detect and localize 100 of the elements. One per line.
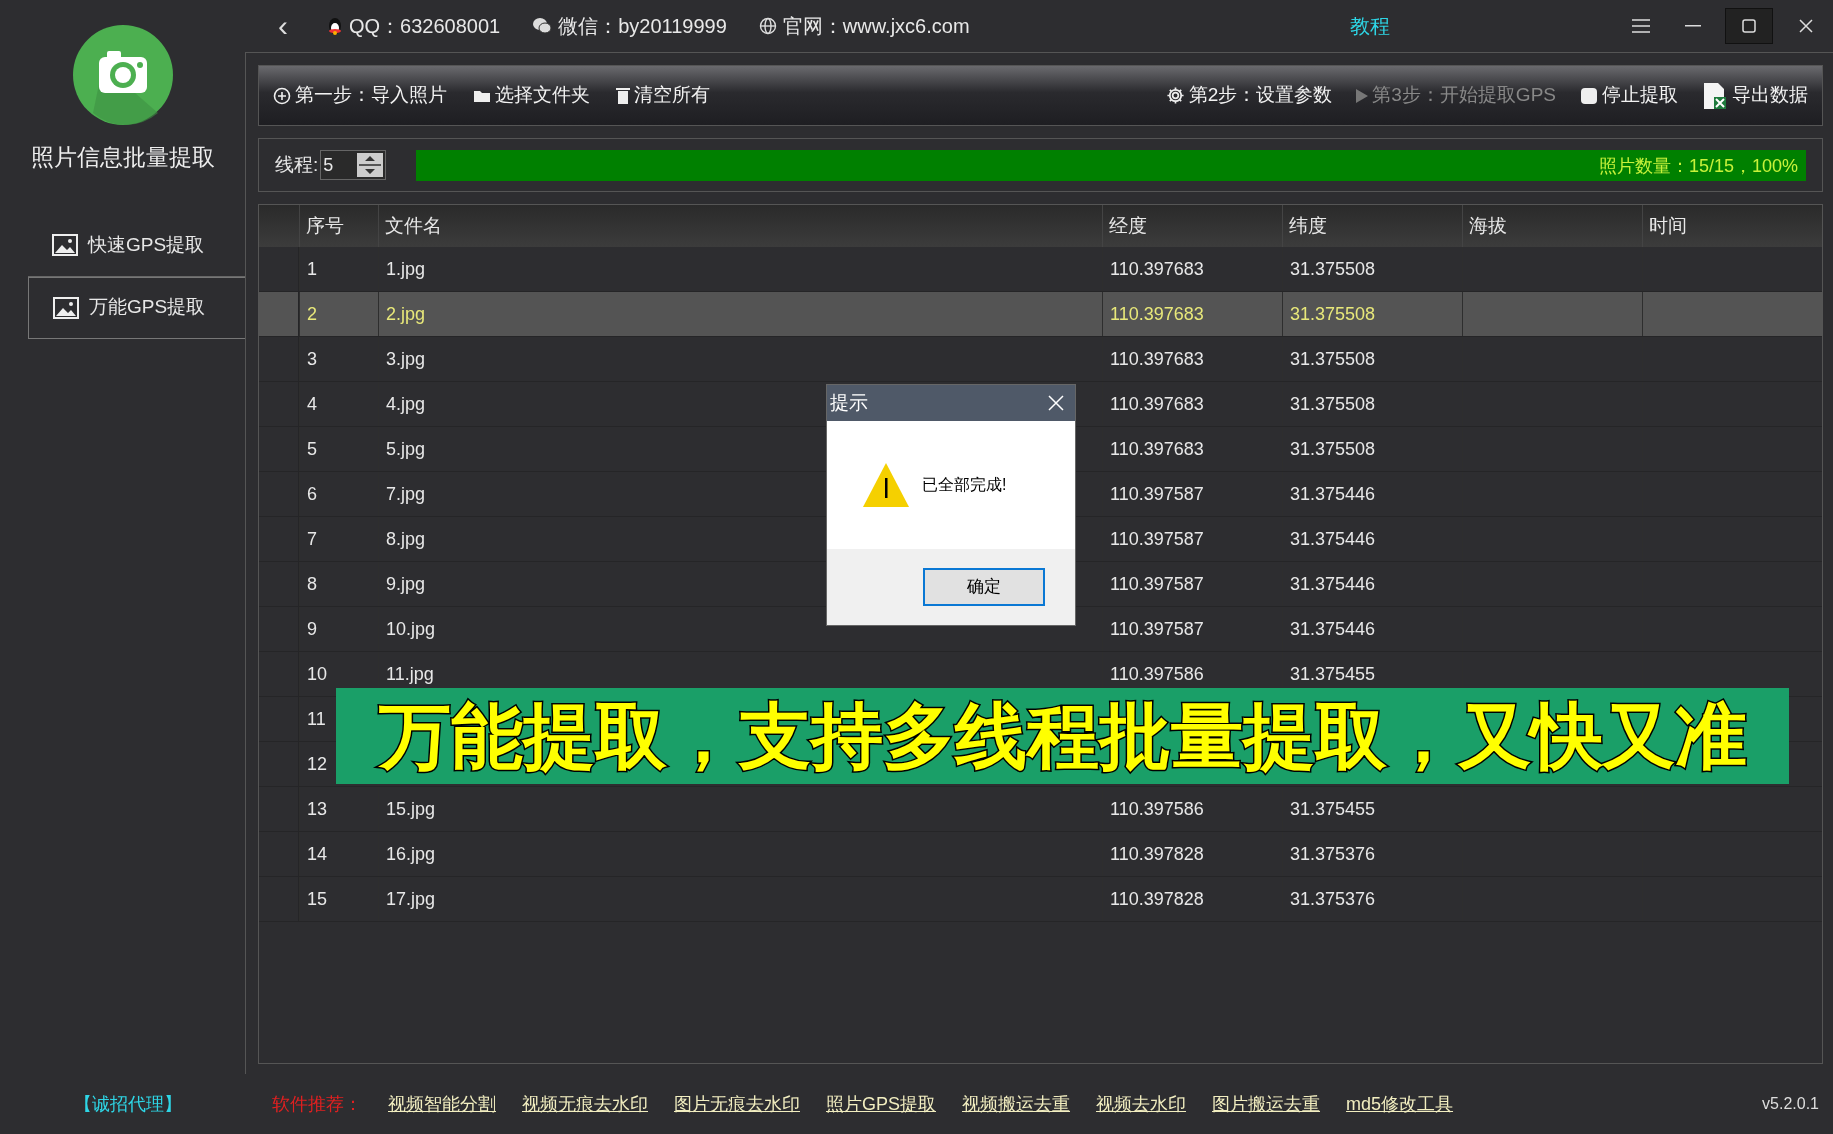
table-cell-text: 16.jpg — [386, 842, 436, 866]
table-cell-text: 11 — [307, 707, 326, 731]
table-cell-text: 14 — [307, 842, 328, 866]
software-link[interactable]: 照片GPS提取 — [826, 1090, 936, 1118]
contact-text: 微信：by20119999 — [558, 14, 727, 39]
table-cell-text: 31.375455 — [1290, 662, 1376, 686]
spinner-arrows-icon — [357, 153, 384, 177]
table-cell-text: 15.jpg — [386, 797, 436, 821]
table-cell-text: 31.375446 — [1290, 617, 1376, 641]
table-cell-text: 12 — [307, 752, 328, 776]
trash-icon — [616, 87, 630, 104]
table-cell-text: 110.397828 — [1110, 887, 1204, 911]
selected-row[interactable]: 2 2.jpg 110.397683 31.375508 — [259, 292, 1822, 337]
table-cell-text: 31.375446 — [1290, 482, 1376, 506]
toolbar-button[interactable]: 导出数据 — [1702, 81, 1808, 110]
caption-banner: 万能提取，支持多线程批量提取，又快又准 — [336, 688, 1789, 784]
table-cell-text: 110.397587 — [1110, 482, 1204, 506]
column-header: 时间 — [1642, 205, 1822, 247]
table-cell-text: 31.375446 — [1290, 572, 1376, 596]
table-cell-text: 17.jpg — [386, 887, 436, 911]
table-cell-text: 1.jpg — [386, 257, 426, 281]
tutorial-link[interactable]: 教程 — [1349, 11, 1390, 41]
table-cell-text: 110.397683 — [1110, 347, 1204, 371]
maximize-button[interactable] — [1725, 8, 1773, 44]
agent-text: 【诚招代理】 — [74, 1092, 182, 1116]
table-cell-text: 4 — [307, 392, 317, 416]
toolbar-button[interactable]: 第2步：设置参数 — [1165, 81, 1333, 110]
thread-label: 线程: — [275, 152, 319, 177]
software-link[interactable]: md5修改工具 — [1346, 1090, 1454, 1118]
table-cell-text: 9 — [307, 617, 317, 641]
column-header: 经度 — [1102, 205, 1282, 247]
software-link[interactable]: 视频搬运去重 — [962, 1090, 1070, 1118]
table-cell-text: 3.jpg — [386, 347, 426, 371]
version-text: v5.2.0.1 — [1762, 1094, 1819, 1114]
toolbar-button[interactable]: 第一步：导入照片 — [273, 81, 447, 110]
toolbar-button[interactable]: 清空所有 — [616, 81, 710, 110]
toolbar-button[interactable]: 停止提取 — [1580, 81, 1678, 110]
play-icon — [1356, 88, 1369, 103]
software-link[interactable]: 图片搬运去重 — [1212, 1090, 1320, 1118]
table-cell-text: 110.397587 — [1110, 572, 1204, 596]
ok-button[interactable]: 确定 — [923, 568, 1045, 606]
table-cell-text: 1 — [307, 257, 317, 281]
table-cell-text: 15 — [307, 887, 328, 911]
table-cell-text: 31.375508 — [1290, 392, 1376, 416]
maximize-icon — [1742, 19, 1756, 33]
chat-bubbles-icon — [532, 17, 553, 35]
sidebar-item[interactable]: 快速GPS提取 — [28, 214, 245, 277]
dialog-message: 已全部完成! — [922, 475, 1007, 495]
table-cell-text: 7 — [307, 527, 317, 551]
close-icon[interactable] — [1799, 19, 1813, 33]
gear-icon — [1165, 86, 1185, 105]
table-cell-text: 31.375446 — [1290, 527, 1376, 551]
table-cell-text: 31.375376 — [1290, 842, 1376, 866]
table-cell-text: 6 — [307, 482, 317, 506]
image-icon — [53, 296, 79, 319]
table-cell-text: 31.375508 — [1290, 257, 1376, 281]
toolbar-button[interactable]: 选择文件夹 — [473, 81, 590, 110]
penguin-icon — [327, 17, 343, 35]
table-cell-text: 5.jpg — [386, 437, 426, 461]
software-link[interactable]: 视频智能分割 — [388, 1090, 496, 1118]
back-button[interactable]: ‹ — [271, 11, 295, 41]
contact-text: 官网：www.jxc6.com — [782, 14, 970, 39]
table-cell-text: 31.375508 — [1290, 302, 1376, 326]
spreadsheet-icon — [1702, 81, 1728, 110]
table-cell-text: 4.jpg — [386, 392, 426, 416]
table-cell-text: 31.375376 — [1290, 887, 1376, 911]
table-cell-text: 10 — [307, 662, 328, 686]
table-cell-text: 8.jpg — [386, 527, 426, 551]
table-cell-text: 10.jpg — [386, 617, 436, 641]
table-cell-text: 110.397828 — [1110, 842, 1204, 866]
table-cell-text: 110.397586 — [1110, 662, 1204, 686]
table-cell-text: 110.397683 — [1110, 437, 1204, 461]
table-cell-text: 110.397683 — [1110, 257, 1204, 281]
table-cell-text: 2 — [307, 302, 317, 326]
thread-spinner[interactable]: 5 — [320, 150, 387, 180]
software-link[interactable]: 视频无痕去水印 — [522, 1090, 648, 1118]
menu-icon[interactable] — [1632, 19, 1650, 33]
warning-icon — [862, 462, 910, 508]
software-link[interactable]: 图片无痕去水印 — [674, 1090, 800, 1118]
table-cell-text: 110.397683 — [1110, 392, 1204, 416]
minimize-icon[interactable] — [1685, 25, 1701, 27]
table-cell-text: 31.375508 — [1290, 437, 1376, 461]
software-link[interactable]: 视频去水印 — [1096, 1090, 1186, 1118]
contact-text: QQ：632608001 — [349, 14, 501, 39]
table-cell-text: 110.397683 — [1110, 302, 1204, 326]
table-cell-text: 31.375508 — [1290, 347, 1376, 371]
image-icon — [52, 234, 78, 256]
dialog-title: 提示 — [830, 390, 868, 415]
table-cell-text: 8 — [307, 572, 317, 596]
table-cell-text: 110.397587 — [1110, 617, 1204, 641]
table-cell-text: 9.jpg — [386, 572, 426, 596]
sidebar-item[interactable]: 万能GPS提取 — [28, 276, 245, 339]
table-cell-text: 11.jpg — [386, 662, 434, 686]
table-cell-text: 5 — [307, 437, 317, 461]
folder-icon — [473, 88, 491, 103]
table-cell-text: 110.397587 — [1110, 527, 1204, 551]
progress-text: 照片数量：15/15，100% — [1598, 154, 1798, 178]
column-header: 纬度 — [1282, 205, 1462, 247]
column-header: 海拔 — [1462, 205, 1642, 247]
table-cell-text: 3 — [307, 347, 317, 371]
